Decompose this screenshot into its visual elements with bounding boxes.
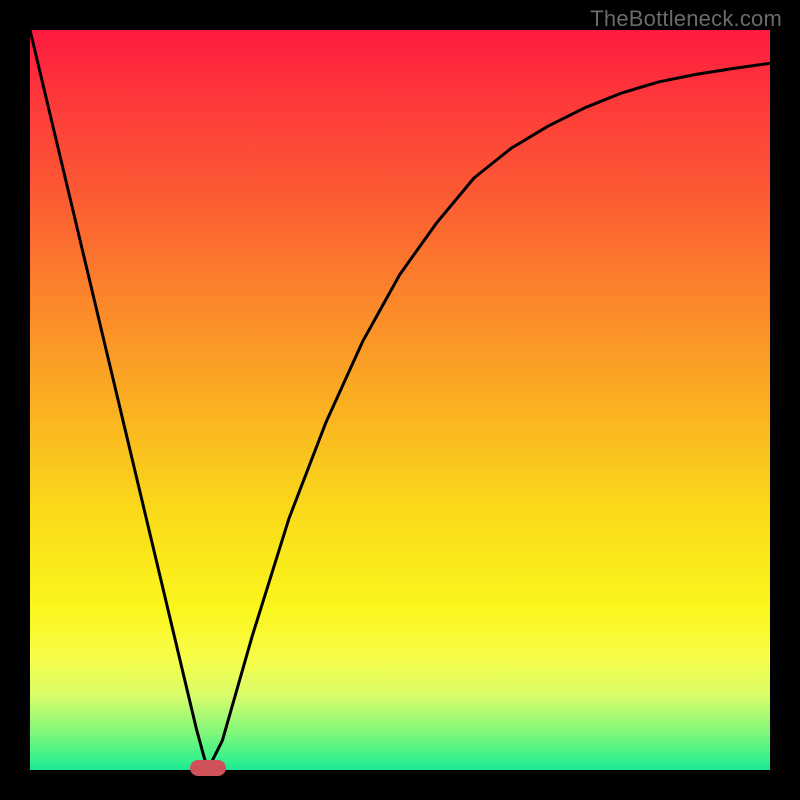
chart-frame: TheBottleneck.com (0, 0, 800, 800)
watermark-text: TheBottleneck.com (590, 6, 782, 32)
plot-area (30, 30, 770, 770)
bottleneck-curve (30, 30, 770, 770)
min-marker (190, 760, 226, 776)
curve-svg (30, 30, 770, 770)
